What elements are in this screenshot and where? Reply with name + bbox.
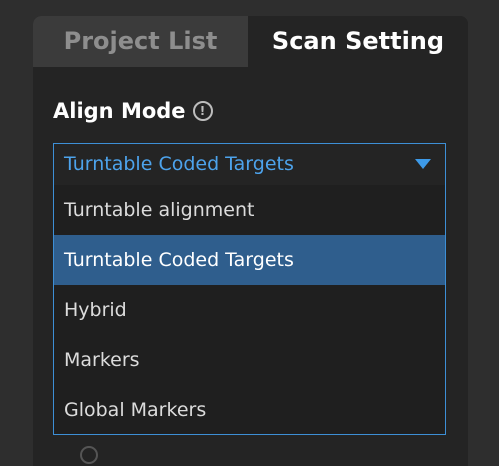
tab-scan-setting[interactable]: Scan Setting: [248, 16, 468, 67]
option-label: Global Markers: [64, 399, 207, 421]
dropdown-arrow-icon: [415, 159, 431, 169]
option-markers[interactable]: Markers: [54, 335, 445, 385]
option-hybrid[interactable]: Hybrid: [54, 285, 445, 335]
info-icon[interactable]: !: [192, 101, 213, 121]
align-mode-select[interactable]: Turntable Coded Targets: [53, 143, 446, 186]
scan-panel: Project List Scan Setting Align Mode ! T…: [33, 16, 468, 466]
option-label: Turntable alignment: [64, 199, 255, 221]
option-turntable-alignment[interactable]: Turntable alignment: [54, 185, 445, 235]
tab-project-list[interactable]: Project List: [33, 16, 248, 67]
align-mode-dropdown-list: Turntable alignment Turntable Coded Targ…: [53, 185, 446, 435]
tab-bar: Project List Scan Setting: [33, 16, 468, 67]
option-turntable-coded-targets[interactable]: Turntable Coded Targets: [54, 235, 445, 285]
align-mode-heading: Align Mode !: [53, 96, 213, 126]
option-label: Turntable Coded Targets: [64, 249, 294, 271]
align-mode-title: Align Mode: [53, 99, 186, 123]
align-mode-selected-value: Turntable Coded Targets: [64, 153, 294, 175]
option-label: Markers: [64, 349, 140, 371]
option-global-markers[interactable]: Global Markers: [54, 385, 445, 435]
radio-button-partial[interactable]: [80, 446, 98, 464]
option-label: Hybrid: [64, 299, 127, 321]
